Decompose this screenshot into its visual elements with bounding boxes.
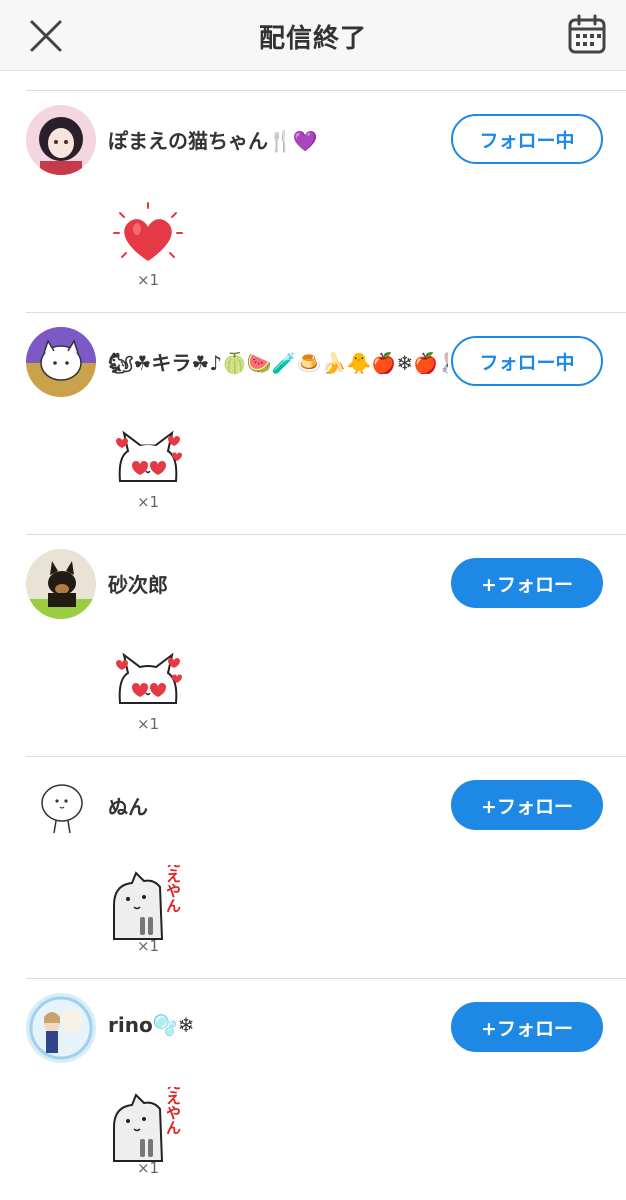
viewer-name: ぽまえの猫ちゃん🍴💜: [108, 129, 318, 153]
follow-button[interactable]: +フォロー: [451, 780, 603, 830]
list-item: rino🫧❄ +フォロー ええやん ×1: [26, 978, 626, 1200]
list-item: ぬん +フォロー ええやん ×1: [26, 756, 626, 978]
list-item: 🐿☘キラ☘♪🍈🍉🧪🍮🍌🐥🍎❄🍎🐰🌸 フォロー中 ×1: [26, 312, 626, 534]
follow-button[interactable]: +フォロー: [451, 1002, 603, 1052]
page-title: 配信終了: [258, 24, 367, 54]
viewer-name: rino🫧❄: [108, 1013, 195, 1037]
gift-count: ×1: [136, 271, 160, 289]
eeyan-cat-sticker-icon: ええやん: [113, 1087, 182, 1162]
heart-icon: [113, 202, 183, 261]
list-item: 砂次郎 +フォロー ×1: [26, 534, 626, 756]
gift-count: ×1: [136, 493, 160, 511]
following-button[interactable]: フォロー中: [451, 336, 603, 386]
avatar[interactable]: [26, 993, 96, 1063]
gift-count: ×1: [136, 937, 160, 955]
sticker-text: ええやん: [164, 865, 182, 913]
viewer-name: ぬん: [108, 795, 148, 819]
love-cat-sticker-icon: [116, 652, 182, 704]
header-bar: 配信終了: [0, 0, 626, 71]
follow-button[interactable]: +フォロー: [451, 558, 603, 608]
avatar[interactable]: [26, 327, 96, 397]
avatar[interactable]: [26, 549, 96, 619]
sticker-text: ええやん: [164, 1087, 182, 1135]
gift-count: ×1: [136, 1159, 160, 1177]
calendar-icon[interactable]: [568, 14, 606, 54]
avatar[interactable]: [26, 105, 96, 175]
avatar[interactable]: [26, 771, 96, 841]
love-cat-sticker-icon: [116, 430, 182, 482]
gift-count: ×1: [136, 715, 160, 733]
viewer-name: 🐿☘キラ☘♪🍈🍉🧪🍮🍌🐥🍎❄🍎🐰🌸: [108, 351, 448, 375]
eeyan-cat-sticker-icon: ええやん: [113, 865, 182, 940]
list-item: ぽまえの猫ちゃん🍴💜 フォロー中 ×1: [26, 90, 626, 312]
viewer-name: 砂次郎: [108, 573, 168, 597]
following-button[interactable]: フォロー中: [451, 114, 603, 164]
viewer-list: ぽまえの猫ちゃん🍴💜 フォロー中 ×1 🐿☘キラ☘♪🍈🍉🧪🍮🍌🐥🍎❄🍎🐰🌸: [0, 90, 626, 1200]
